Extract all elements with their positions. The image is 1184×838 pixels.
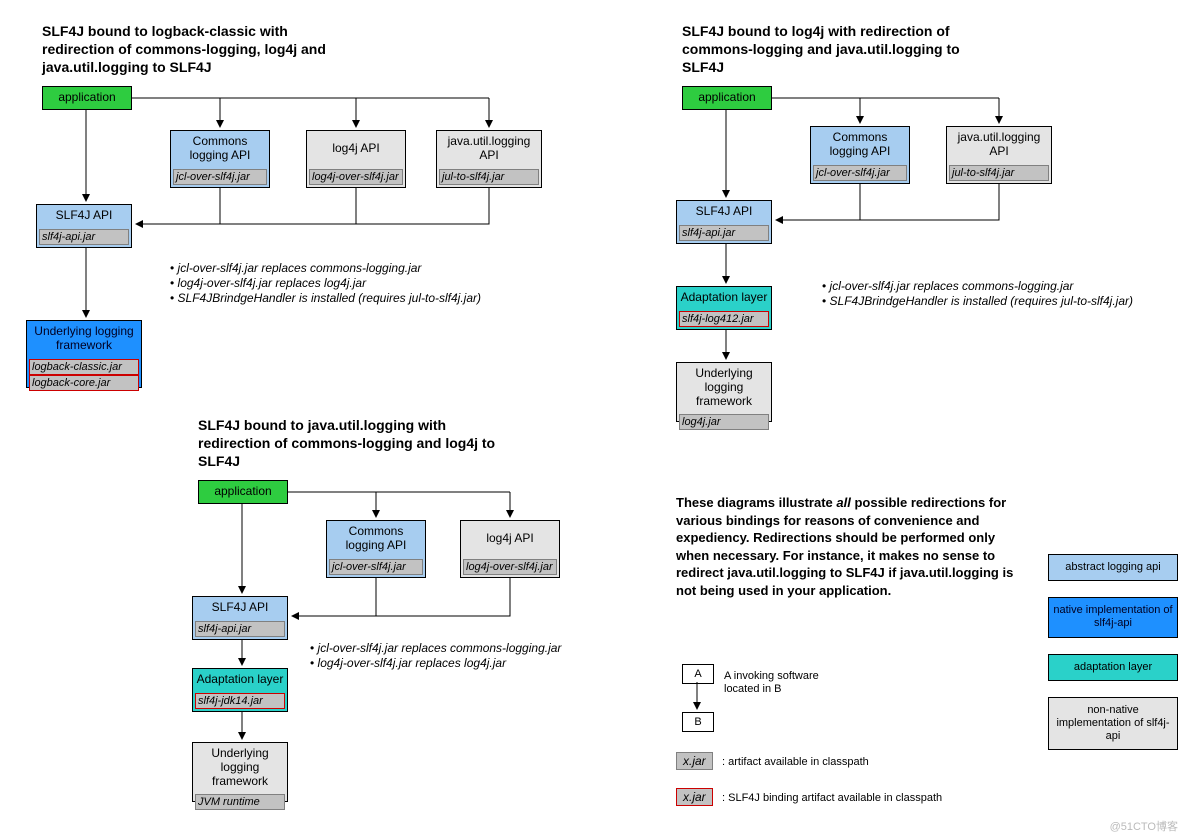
d2-slf4j-api: SLF4J API slf4j-api.jar [192,596,288,640]
legend-nonnative: non-native implementation of slf4j-api [1048,697,1178,751]
legend-adapt: adaptation layer [1048,654,1178,681]
legend-boxes: abstract logging api native implementati… [1048,554,1178,766]
d3-underlying: Underlying logging framework log4j.jar [676,362,772,422]
legend-jar-red: x.jar : SLF4J binding artifact available… [676,788,942,806]
d1-application: application [42,86,132,110]
d3-adapt: Adaptation layer slf4j-log412.jar [676,286,772,330]
legend-native: native implementation of slf4j-api [1048,597,1178,637]
d3-commons-api: Commons logging API jcl-over-slf4j.jar [810,126,910,184]
legend-ab-text: A invoking software located in B [724,670,824,696]
explain-paragraph: These diagrams illustrate all possible r… [676,494,1026,599]
legend-jar-plain: x.jar : artifact available in classpath [676,752,869,770]
d1-underlying: Underlying logging framework logback-cla… [26,320,142,388]
d2-commons-api: Commons logging API jcl-over-slf4j.jar [326,520,426,578]
watermark: @51CTO博客 [1110,818,1178,834]
d2-underlying: Underlying logging framework JVM runtime [192,742,288,802]
legend-b: B [682,712,714,732]
d1-notes: • jcl-over-slf4j.jar replaces commons-lo… [170,260,570,306]
d2-notes: • jcl-over-slf4j.jar replaces commons-lo… [310,640,660,671]
diag1-title: SLF4J bound to logback-classic with redi… [42,22,362,77]
d1-commons-api: Commons logging API jcl-over-slf4j.jar [170,130,270,188]
d2-log4j-api: log4j API log4j-over-slf4j.jar [460,520,560,578]
d3-notes: • jcl-over-slf4j.jar replaces commons-lo… [822,278,1184,309]
d1-log4j-api: log4j API log4j-over-slf4j.jar [306,130,406,188]
d1-jul-api: java.util.logging API jul-to-slf4j.jar [436,130,542,188]
diag2-title: SLF4J bound to java.util.logging with re… [198,416,518,471]
d2-application: application [198,480,288,504]
legend-abstract: abstract logging api [1048,554,1178,581]
diag3-title: SLF4J bound to log4j with redirection of… [682,22,1002,77]
d3-jul-api: java.util.logging API jul-to-slf4j.jar [946,126,1052,184]
d2-adapt: Adaptation layer slf4j-jdk14.jar [192,668,288,712]
d3-slf4j-api: SLF4J API slf4j-api.jar [676,200,772,244]
legend-a: A [682,664,714,684]
d1-slf4j-api: SLF4J API slf4j-api.jar [36,204,132,248]
d3-application: application [682,86,772,110]
